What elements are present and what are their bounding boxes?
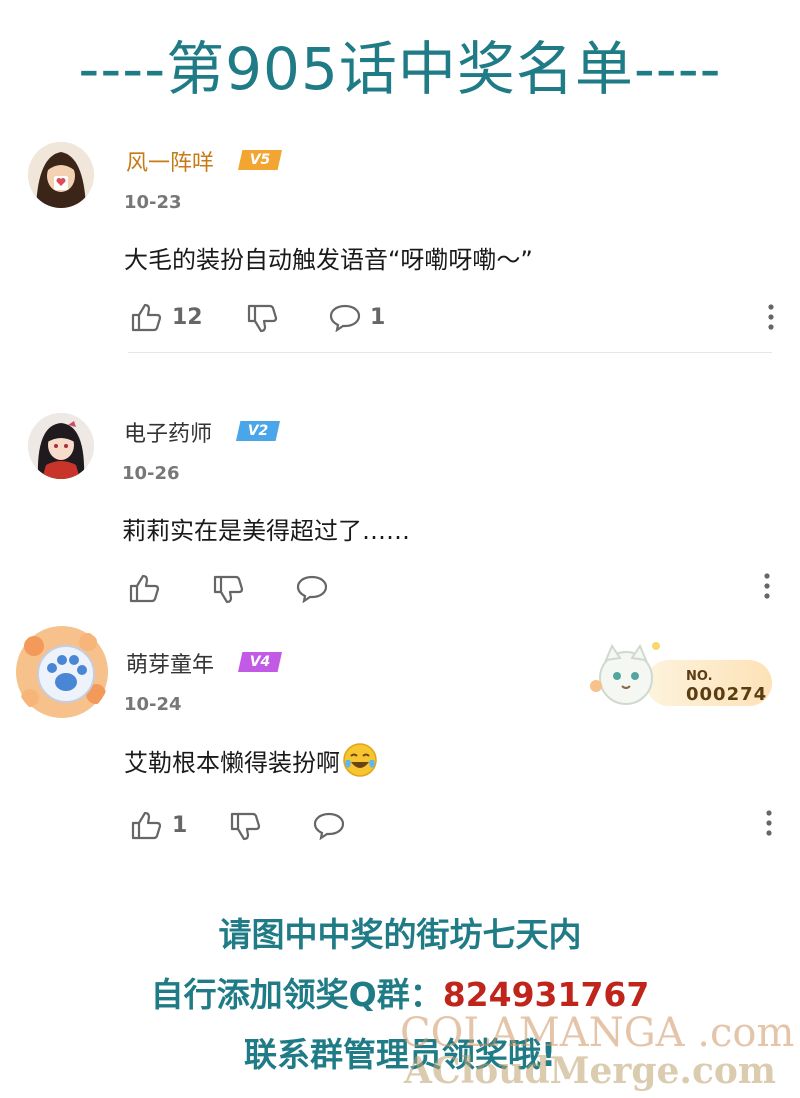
- more-options-icon[interactable]: [762, 571, 772, 601]
- username[interactable]: 电子药师: [124, 416, 212, 448]
- speech-bubble-icon: [329, 304, 361, 332]
- thumbs-up-icon: [129, 574, 160, 603]
- qq-group-number: 824931767: [442, 975, 650, 1014]
- avatar-image: [28, 413, 94, 479]
- medal-number: 000274: [686, 684, 768, 705]
- avatar[interactable]: [28, 413, 94, 479]
- comment-date: 10-24: [124, 694, 182, 715]
- thumbs-up-icon: [131, 811, 162, 840]
- watermark: ACloudMerge.com: [404, 1050, 776, 1092]
- username[interactable]: 萌芽童年: [126, 647, 214, 679]
- like-button[interactable]: 12: [130, 302, 203, 332]
- level-badge: V5: [238, 150, 282, 170]
- comment-text-row: 艾勒根本懒得装扮啊: [124, 742, 378, 778]
- avatar-image: [28, 142, 94, 208]
- comment-text: 大毛的装扮自动触发语音“呀嘞呀嘞～”: [124, 246, 533, 274]
- thumbs-down-icon: [230, 812, 261, 841]
- dislike-button[interactable]: [246, 304, 280, 334]
- dislike-button[interactable]: [229, 812, 263, 842]
- speech-bubble-icon: [296, 575, 328, 603]
- laughing-crying-emoji-icon: [343, 743, 377, 777]
- footer-line-2-text: 自行添加领奖Q群：: [150, 975, 443, 1014]
- reply-count: 1: [370, 304, 386, 330]
- level-badge: V2: [236, 421, 280, 441]
- like-count: 12: [172, 304, 203, 330]
- fan-medal: NO. 000274: [586, 634, 776, 710]
- medal-label: NO.: [686, 669, 713, 684]
- page-title: ----第905话中奖名单----: [78, 35, 722, 103]
- reply-button[interactable]: 1: [328, 302, 385, 332]
- more-options-icon[interactable]: [766, 302, 776, 332]
- speech-bubble-icon: [313, 812, 345, 840]
- comment-text: 莉莉实在是美得超过了……: [122, 517, 410, 545]
- thumbs-down-icon: [213, 575, 244, 604]
- avatar[interactable]: [14, 624, 110, 720]
- thumbs-down-icon: [247, 304, 278, 333]
- thumbs-up-icon: [131, 303, 162, 332]
- comment-date: 10-23: [124, 192, 182, 213]
- footer-line-2: 自行添加领奖Q群：824931767: [0, 968, 800, 1016]
- avatar[interactable]: [28, 142, 94, 208]
- username[interactable]: 风一阵咩: [126, 145, 214, 177]
- comment-date: 10-26: [122, 463, 180, 484]
- reply-button[interactable]: [312, 810, 346, 840]
- divider: [128, 352, 772, 353]
- footer-line-1: 请图中中奖的街坊七天内: [218, 915, 582, 954]
- mascot-icon: [590, 642, 660, 705]
- like-count: 1: [172, 812, 188, 838]
- avatar-image: [16, 626, 108, 718]
- level-badge: V4: [238, 652, 282, 672]
- more-options-icon[interactable]: [764, 808, 774, 838]
- dislike-button[interactable]: [212, 575, 246, 605]
- like-button[interactable]: [128, 573, 162, 603]
- comment-text: 艾勒根本懒得装扮啊: [124, 748, 340, 777]
- reply-button[interactable]: [295, 573, 329, 603]
- like-button[interactable]: 1: [130, 810, 187, 840]
